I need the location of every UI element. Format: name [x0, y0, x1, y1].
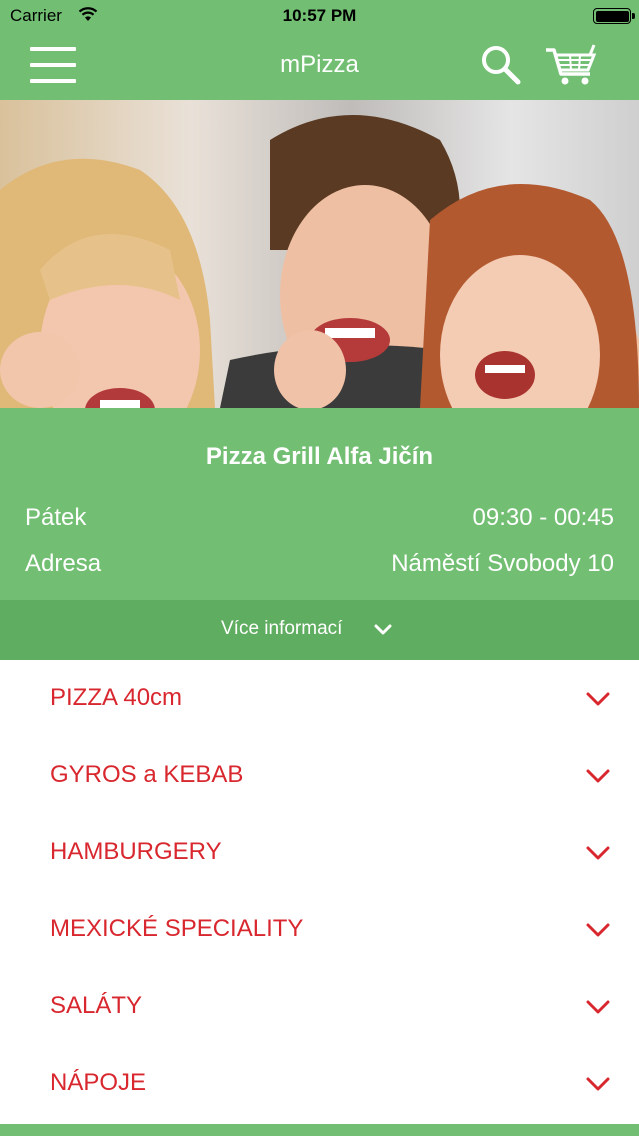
clock: 10:57 PM [282, 6, 357, 25]
opening-hours-value: 09:30 - 00:45 [472, 504, 614, 531]
status-bar: Carrier 10:57 PM [0, 0, 639, 34]
chevron-down-icon [586, 692, 610, 706]
category-label: PIZZA 40cm [50, 684, 183, 711]
category-item-pizza[interactable]: PIZZA 40cm [0, 660, 639, 737]
address-label: Adresa [25, 550, 102, 577]
more-info-button[interactable]: Více informací [0, 600, 639, 660]
category-item-mexicke-speciality[interactable]: MEXICKÉ SPECIALITY [0, 891, 639, 968]
category-item-hamburgery[interactable]: HAMBURGERY [0, 814, 639, 891]
chevron-down-icon [586, 769, 610, 783]
category-label: NÁPOJE [50, 1069, 147, 1096]
chevron-down-icon [586, 1000, 610, 1014]
cart-icon[interactable] [544, 42, 598, 88]
category-label: SALÁTY [50, 992, 143, 1019]
category-item-napoje[interactable]: NÁPOJE [0, 1045, 639, 1122]
category-label: MEXICKÉ SPECIALITY [50, 915, 304, 942]
category-list: PIZZA 40cm GYROS a KEBAB HAMBURGERY MEXI… [0, 660, 639, 1122]
category-label: GYROS a KEBAB [50, 761, 244, 788]
address-value: Náměstí Svobody 10 [391, 550, 614, 577]
chevron-down-icon [586, 846, 610, 860]
nav-bar: mPizza [0, 34, 639, 100]
day-label: Pátek [25, 504, 87, 531]
category-item-salaty[interactable]: SALÁTY [0, 968, 639, 1045]
bottom-bar [0, 1124, 639, 1136]
hero-photo [0, 100, 639, 408]
battery-icon [593, 8, 635, 24]
category-label: HAMBURGERY [50, 838, 222, 865]
search-icon[interactable] [478, 42, 524, 88]
restaurant-name: Pizza Grill Alfa Jičín [205, 443, 434, 470]
category-item-gyros-kebab[interactable]: GYROS a KEBAB [0, 737, 639, 814]
chevron-down-icon [586, 923, 610, 937]
restaurant-info: Pizza Grill Alfa Jičín Pátek 09:30 - 00:… [0, 408, 639, 600]
chevron-down-icon [374, 624, 392, 635]
more-info-label: Více informací [221, 618, 343, 639]
chevron-down-icon [586, 1077, 610, 1091]
hero-illustration [0, 115, 639, 408]
